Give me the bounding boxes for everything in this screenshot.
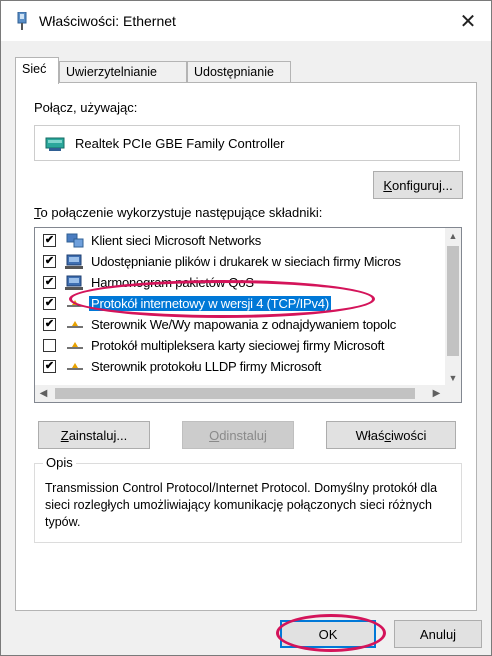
protocol-icon (67, 321, 83, 328)
adapter-name: Realtek PCIe GBE Family Controller (75, 136, 285, 151)
ok-button[interactable]: OK (280, 620, 376, 648)
list-item-qos-scheduler[interactable]: ✔ Harmonogram pakietów QoS (35, 272, 447, 293)
properties-button[interactable]: Właściwości (326, 421, 456, 449)
cancel-button[interactable]: Anuluj (394, 620, 482, 648)
list-item-lltd-mapper[interactable]: ✔ Sterownik We/Wy mapowania z odnajdywan… (35, 314, 447, 335)
uninstall-button[interactable]: Odinstaluj (182, 421, 294, 449)
list-item-multiplexor[interactable]: Protokół multipleksera karty sieciowej f… (35, 335, 447, 356)
list-item-tcp-ipv4[interactable]: ✔ Protokół internetowy w wersji 4 (TCP/I… (35, 293, 447, 314)
tab-sharing[interactable]: Udostępnianie (187, 61, 291, 83)
connect-using-label: Połącz, używając: (34, 100, 138, 115)
network-client-icon (66, 233, 84, 248)
network-card-icon (45, 137, 65, 151)
tab-network[interactable]: Sieć (15, 57, 59, 84)
checkbox-checked[interactable]: ✔ (43, 234, 56, 247)
close-icon: ✕ (459, 10, 477, 33)
vertical-scrollbar[interactable]: ▲ ▼ (445, 228, 461, 386)
components-label: To połączenie wykorzystuje następujące s… (34, 205, 323, 220)
list-item-file-printer-sharing[interactable]: ✔ Udostępnianie plików i drukarek w siec… (35, 251, 447, 272)
window-title: Właściwości: Ethernet (39, 13, 176, 29)
network-adapter-icon (17, 12, 27, 30)
protocol-icon (67, 363, 83, 370)
protocol-icon (67, 342, 83, 349)
checkbox-checked[interactable]: ✔ (43, 255, 56, 268)
qos-scheduler-icon (65, 275, 83, 290)
components-rows: ✔ Klient sieci Microsoft Networks ✔ Udos… (35, 230, 447, 382)
title-bar: Właściwości: Ethernet ✕ (1, 1, 491, 41)
list-item-lldp-driver[interactable]: ✔ Sterownik protokołu LLDP firmy Microso… (35, 356, 447, 377)
install-button[interactable]: Zainstaluj... (38, 421, 150, 449)
close-button[interactable]: ✕ (445, 1, 491, 41)
list-item-network-client[interactable]: ✔ Klient sieci Microsoft Networks (35, 230, 447, 251)
protocol-icon (67, 300, 83, 307)
checkbox-checked[interactable]: ✔ (43, 318, 56, 331)
scroll-thumb[interactable] (447, 246, 459, 356)
checkbox-checked[interactable]: ✔ (43, 276, 56, 289)
description-legend: Opis (43, 455, 76, 470)
horizontal-scrollbar[interactable]: ◀ ▶ (35, 385, 461, 402)
network-tab-panel: Połącz, używając: Realtek PCIe GBE Famil… (15, 82, 477, 611)
components-list[interactable]: ✔ Klient sieci Microsoft Networks ✔ Udos… (34, 227, 462, 403)
description-text: Transmission Control Protocol/Internet P… (45, 481, 438, 529)
tab-authentication[interactable]: Uwierzytelnianie (59, 61, 187, 83)
scroll-thumb-horizontal[interactable] (55, 388, 415, 399)
checkbox-checked[interactable]: ✔ (43, 297, 56, 310)
scroll-down-icon[interactable]: ▼ (445, 370, 461, 386)
scroll-up-icon[interactable]: ▲ (445, 228, 461, 244)
checkbox-checked[interactable]: ✔ (43, 360, 56, 373)
configure-button[interactable]: Konfiguruj... (373, 171, 463, 199)
file-printer-sharing-icon (65, 254, 83, 269)
scroll-right-icon[interactable]: ▶ (428, 385, 445, 402)
adapter-field: Realtek PCIe GBE Family Controller (34, 125, 460, 161)
scroll-left-icon[interactable]: ◀ (35, 385, 52, 402)
properties-dialog: Właściwości: Ethernet ✕ Sieć Uwierzyteln… (0, 0, 492, 656)
description-group: Opis Transmission Control Protocol/Inter… (34, 455, 462, 543)
checkbox-unchecked[interactable] (43, 339, 56, 352)
